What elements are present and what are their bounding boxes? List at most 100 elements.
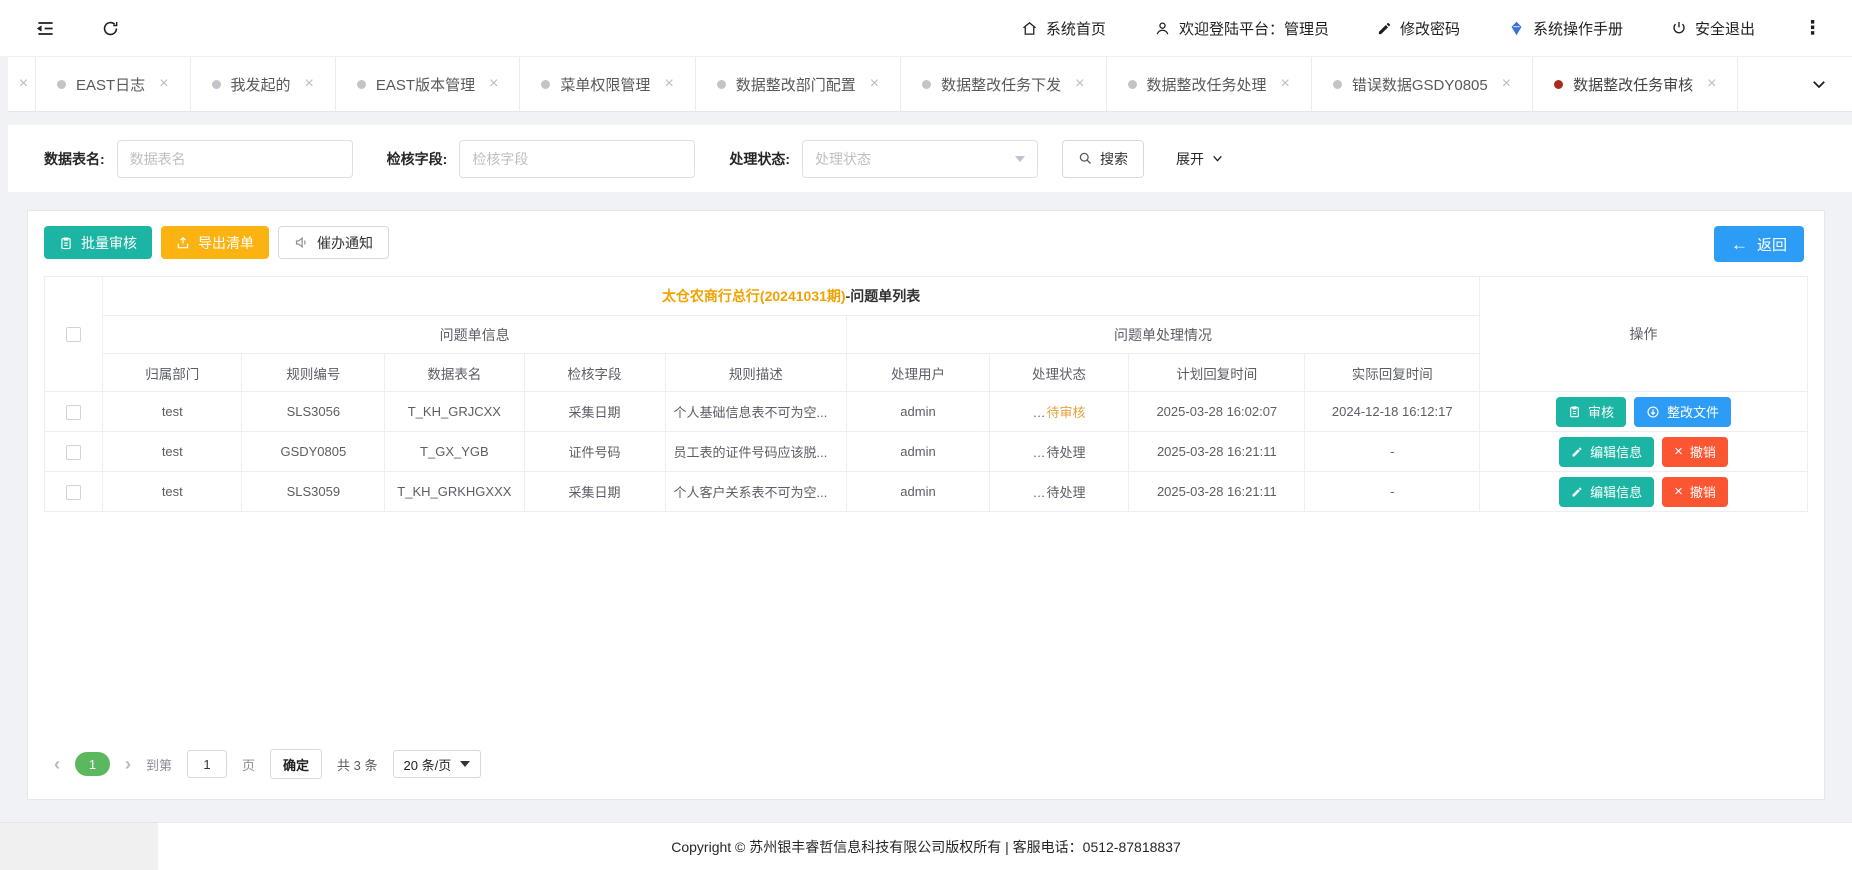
tab-close-icon[interactable]: × (1281, 76, 1290, 92)
review-button[interactable]: 审核 (1556, 397, 1626, 427)
row-checkbox[interactable] (66, 405, 81, 420)
logout[interactable]: 安全退出 (1671, 18, 1755, 39)
tab-close-icon[interactable]: × (159, 76, 168, 92)
back-button-label: 返回 (1757, 234, 1787, 255)
tab-close-icon[interactable]: × (19, 76, 28, 92)
table-title-highlight: 太仓农商行总行(20241031期) (662, 288, 846, 304)
tab-close-icon[interactable]: × (489, 76, 498, 92)
cell-plan-time: 2025-03-28 16:02:07 (1129, 392, 1305, 432)
tab-close-icon[interactable]: × (1707, 76, 1716, 92)
caret-down-icon (460, 761, 470, 767)
chevron-down-icon (1211, 152, 1224, 165)
page-word-label: 页 (242, 755, 255, 774)
column-header-action: 操作 (1480, 277, 1808, 392)
status-badge: 待审核 (1047, 405, 1086, 420)
edit-button-label: 编辑信息 (1590, 482, 1642, 501)
download-circle-icon (1646, 405, 1660, 419)
export-icon (176, 236, 190, 250)
tab-数据整改部门配置[interactable]: 数据整改部门配置 × (696, 57, 901, 111)
next-page-button[interactable]: › (125, 755, 131, 773)
cell-check-field: 证件号码 (524, 432, 665, 472)
tab-数据整改任务下发[interactable]: 数据整改任务下发 × (901, 57, 1106, 111)
revoke-button[interactable]: ×撤销 (1662, 477, 1728, 507)
cell-actions: 编辑信息 ×撤销 (1480, 432, 1808, 472)
edit-button[interactable]: 编辑信息 (1559, 477, 1654, 507)
issue-table: 太仓农商行总行(20241031期)-问题单列表 操作 问题单信息 问题单处理情… (44, 276, 1808, 512)
tab-close-icon[interactable]: × (305, 76, 314, 92)
tab-clipped[interactable]: × (8, 57, 36, 111)
tab-label: EAST版本管理 (376, 74, 475, 95)
clipboard-icon (59, 236, 73, 250)
cell-table-name: T_GX_YGB (385, 432, 524, 472)
column-header: 规则描述 (665, 354, 847, 392)
change-password[interactable]: 修改密码 (1377, 18, 1460, 39)
status-select-placeholder: 处理状态 (815, 149, 871, 169)
kebab-menu-icon[interactable]: ⋮ (1803, 17, 1822, 40)
table-title: 太仓农商行总行(20241031期)-问题单列表 (103, 277, 1480, 316)
cell-check-field: 采集日期 (524, 392, 665, 432)
tab-close-icon[interactable]: × (664, 76, 673, 92)
tab-EAST日志[interactable]: EAST日志 × (36, 57, 191, 111)
page-number-input[interactable] (187, 750, 227, 778)
tab-close-icon[interactable]: × (870, 76, 879, 92)
table-name-input[interactable] (117, 140, 353, 178)
tab-我发起的[interactable]: 我发起的 × (191, 57, 336, 111)
edit-button[interactable]: 编辑信息 (1559, 437, 1654, 467)
cell-dept: test (103, 472, 242, 512)
table-name-label: 数据表名: (44, 149, 105, 169)
urge-notice-button[interactable]: 催办通知 (278, 226, 389, 259)
row-checkbox[interactable] (66, 445, 81, 460)
cell-user: admin (847, 472, 990, 512)
tab-label: 数据整改部门配置 (736, 74, 856, 95)
tab-label: 我发起的 (231, 74, 291, 95)
select-all-checkbox[interactable] (66, 327, 81, 342)
tab-status-dot-icon (922, 80, 931, 89)
tab-数据整改任务处理[interactable]: 数据整改任务处理 × (1107, 57, 1312, 111)
batch-review-button[interactable]: 批量审核 (44, 226, 152, 259)
top-bar: 系统首页 欢迎登陆平台：管理员 修改密码 系统 (0, 0, 1852, 57)
tab-label: 数据整改任务下发 (941, 74, 1061, 95)
prev-page-button[interactable]: ‹ (54, 755, 60, 773)
column-header: 检核字段 (524, 354, 665, 392)
tab-菜单权限管理[interactable]: 菜单权限管理 × (520, 57, 695, 111)
nav-home[interactable]: 系统首页 (1021, 18, 1106, 39)
cell-rule-no: SLS3059 (242, 472, 385, 512)
file-button[interactable]: 整改文件 (1634, 397, 1731, 427)
check-field-input[interactable] (459, 140, 695, 178)
confirm-page-button[interactable]: 确定 (270, 749, 322, 779)
refresh-icon[interactable] (101, 19, 120, 38)
cell-rule-desc: 员工表的证件号码应该脱... (665, 432, 847, 472)
status-badge: 待处理 (1047, 485, 1086, 500)
back-button[interactable]: ← 返回 (1714, 226, 1804, 262)
column-header: 处理用户 (847, 354, 990, 392)
row-checkbox[interactable] (66, 485, 81, 500)
tab-status-dot-icon (57, 80, 66, 89)
current-page-button[interactable]: 1 (75, 752, 110, 776)
copyright-text: Copyright © 苏州银丰睿哲信息科技有限公司版权所有 | 客服电话：05… (671, 837, 1181, 857)
tab-overflow-button[interactable] (1786, 57, 1852, 111)
cell-status: …待审核 (989, 392, 1128, 432)
tab-close-icon[interactable]: × (1075, 76, 1084, 92)
revoke-button-label: 撤销 (1690, 482, 1716, 501)
batch-review-label: 批量审核 (81, 233, 137, 253)
revoke-button[interactable]: ×撤销 (1662, 437, 1728, 467)
group-header-process: 问题单处理情况 (847, 316, 1480, 354)
tab-EAST版本管理[interactable]: EAST版本管理 × (336, 57, 521, 111)
tab-数据整改任务审核[interactable]: 数据整改任务审核 × (1533, 57, 1738, 111)
page-size-select[interactable]: 20 条/页 (393, 750, 482, 778)
expand-toggle[interactable]: 展开 (1176, 149, 1224, 169)
edit-button-label: 编辑信息 (1590, 442, 1642, 461)
tab-close-icon[interactable]: × (1502, 76, 1511, 92)
check-field-label: 检核字段: (387, 149, 448, 169)
status-select[interactable]: 处理状态 (802, 140, 1038, 178)
collapse-sidebar-icon[interactable] (36, 19, 55, 38)
tab-status-dot-icon (717, 80, 726, 89)
cell-status: …待处理 (989, 432, 1128, 472)
tab-错误数据GSDY0805[interactable]: 错误数据GSDY0805 × (1312, 57, 1533, 111)
search-icon (1078, 151, 1093, 166)
search-button[interactable]: 搜索 (1062, 140, 1144, 178)
cell-check-field: 采集日期 (524, 472, 665, 512)
status-dots: … (1033, 485, 1047, 500)
export-list-button[interactable]: 导出清单 (161, 226, 269, 259)
system-manual[interactable]: 系统操作手册 (1508, 18, 1623, 39)
